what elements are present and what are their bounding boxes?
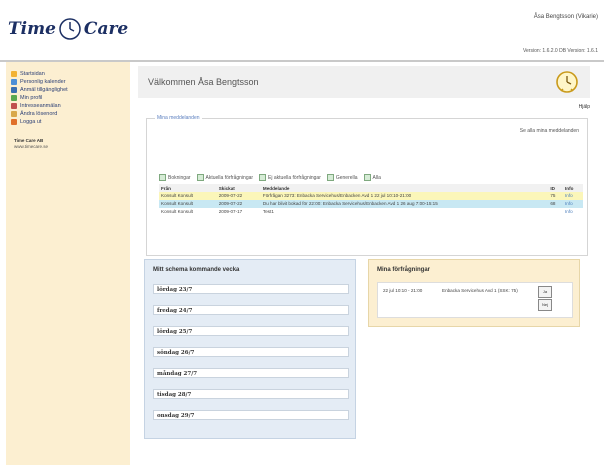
table-header-row: Från Skickat Meddelande ID Info	[159, 184, 583, 192]
request-card: 22 jul 10:10 - 21:00 Enbacka Servicehus …	[377, 282, 573, 318]
sidebar-item-label: Intresseanmälan	[20, 103, 61, 109]
key-icon	[11, 111, 17, 117]
column-header: ID	[548, 184, 563, 192]
sidebar-item[interactable]: Personlig kalender	[6, 78, 130, 86]
schedule-title: Mitt schema kommande vecka	[153, 267, 240, 273]
decline-request-button[interactable]: Nej	[538, 299, 552, 311]
home-icon	[11, 71, 17, 77]
cell-id	[548, 208, 563, 216]
filter-checkbox[interactable]: Alla	[363, 174, 381, 181]
column-header: Skickat	[216, 184, 261, 192]
cell-message: Test1	[260, 208, 549, 216]
logo-word-care: Care	[83, 19, 129, 39]
message-filters: Bokningar Aktuella förfrågningar Ej aktuel…	[159, 174, 381, 181]
sidebar-item-label: Startsidan	[20, 71, 45, 77]
cell-id: 68	[548, 200, 563, 208]
column-header: Meddelande	[260, 184, 549, 192]
version-info: Version: 1.6.2.0 DB Version: 1.6.1	[522, 48, 598, 54]
schedule-day: söndag 26/7	[153, 347, 349, 357]
sidebar-item[interactable]: Startsidan	[6, 70, 130, 78]
page-title: Välkommen Åsa Bengtsson	[148, 77, 259, 87]
cell-info[interactable]: Info	[563, 192, 583, 200]
column-header: Info	[563, 184, 583, 192]
cell-id: 75	[548, 192, 563, 200]
schedule-day: fredag 24/7	[153, 305, 349, 315]
calendar-icon	[11, 79, 17, 85]
cell-sent: 2009-07-22	[216, 200, 261, 208]
schedule-day: lördag 25/7	[153, 326, 349, 336]
cell-message: Förfrågan 3273: Enbacka Servicehus/Enbac…	[260, 192, 549, 200]
requests-panel: Mina förfrågningar 22 jul 10:10 - 21:00 …	[368, 259, 580, 327]
cell-info[interactable]: Info	[563, 200, 583, 208]
alarm-clock-icon	[554, 69, 580, 95]
accept-request-button[interactable]: Ja	[538, 286, 552, 298]
filter-label: Generella	[335, 174, 358, 181]
filter-checkbox[interactable]: Aktuella förfrågningar	[196, 174, 254, 181]
messages-panel: Mina meddelanden Se alla mina meddelande…	[146, 115, 588, 256]
filter-label: Alla	[372, 174, 381, 181]
cell-info[interactable]: Info	[563, 208, 583, 216]
table-row[interactable]: Konsult Konsult 2009-07-17 Test1 Info	[159, 208, 583, 216]
checkbox-icon	[159, 174, 166, 181]
sidebar-item-label: Personlig kalender	[20, 79, 66, 85]
cell-from: Konsult Konsult	[159, 192, 217, 200]
checkbox-icon	[326, 174, 334, 181]
logo-word-time: Time	[8, 19, 56, 39]
cell-sent: 2009-07-17	[216, 208, 261, 216]
filter-checkbox[interactable]: Generella	[326, 174, 358, 181]
sidebar: Startsidan Personlig kalender Anmäl tillgä…	[6, 62, 130, 465]
cell-from: Konsult Konsult	[159, 200, 217, 208]
requests-title: Mina förfrågningar	[377, 267, 431, 273]
welcome-bar: Välkommen Åsa Bengtsson	[138, 66, 590, 98]
messages-legend: Mina meddelanden	[155, 115, 202, 121]
help-link[interactable]: Hjälp	[579, 104, 590, 110]
sidebar-item[interactable]: Min profil	[6, 94, 130, 102]
cell-sent: 2009-07-22	[216, 192, 261, 200]
sidebar-item-label: Anmäl tillgänglighet	[20, 87, 68, 93]
time-care-logo: Time Care	[8, 14, 128, 44]
filter-label: Bokningar	[168, 174, 191, 181]
profile-icon	[11, 95, 17, 101]
filter-label: Aktuella förfrågningar	[205, 174, 254, 181]
checkbox-icon	[259, 174, 267, 181]
request-text: Enbacka Servicehus Avd 1 (SSK: 75)	[442, 288, 518, 293]
checkbox-icon	[196, 174, 204, 181]
messages-table: Från Skickat Meddelande ID Info Konsult Kons…	[159, 184, 583, 216]
table-row[interactable]: Konsult Konsult 2009-07-22 Förfrågan 3273:…	[159, 192, 583, 200]
checkbox-icon	[363, 174, 371, 181]
sidebar-item[interactable]: Intresseanmälan	[6, 102, 130, 110]
company-url[interactable]: www.timecare.se	[14, 144, 130, 150]
schedule-panel: Mitt schema kommande vecka lördag 23/7 fr…	[144, 259, 356, 439]
sidebar-item-label: Logga ut	[20, 119, 42, 125]
interest-icon	[11, 103, 17, 109]
logged-in-user: Åsa Bengtsson (Vikarie)	[533, 14, 598, 20]
sidebar-item-label: Min profil	[20, 95, 43, 101]
header: Time Care Åsa Bengtsson (Vikarie) Versio…	[0, 0, 604, 62]
cell-from: Konsult Konsult	[159, 208, 217, 216]
table-row[interactable]: Konsult Konsult 2009-07-22 Du har blivit b…	[159, 200, 583, 208]
sidebar-item[interactable]: Anmäl tillgänglighet	[6, 86, 130, 94]
schedule-day: lördag 23/7	[153, 284, 349, 294]
see-all-messages-link[interactable]: Se alla mina meddelanden	[520, 128, 579, 134]
schedule-day: måndag 27/7	[153, 368, 349, 378]
cell-message: Du har blivit bokad för 22:00: Enbacka S…	[260, 200, 549, 208]
filter-checkbox[interactable]: Bokningar	[159, 174, 191, 181]
schedule-day: tisdag 28/7	[153, 389, 349, 399]
sidebar-item[interactable]: Logga ut	[6, 118, 130, 126]
logout-icon	[11, 119, 17, 125]
company-info: Time Care AB www.timecare.se	[14, 138, 130, 150]
sidebar-menu: Startsidan Personlig kalender Anmäl tillgä…	[6, 62, 130, 126]
filter-checkbox[interactable]: Ej aktuella förfrågningar	[259, 174, 321, 181]
sidebar-item[interactable]: Ändra lösenord	[6, 110, 130, 118]
availability-icon	[11, 87, 17, 93]
filter-label: Ej aktuella förfrågningar	[268, 174, 321, 181]
logo-clock-icon	[58, 17, 82, 41]
sidebar-item-label: Ändra lösenord	[20, 111, 58, 117]
schedule-day: onsdag 29/7	[153, 410, 349, 420]
column-header: Från	[159, 184, 217, 192]
request-date: 22 jul 10:10 - 21:00	[383, 288, 423, 293]
